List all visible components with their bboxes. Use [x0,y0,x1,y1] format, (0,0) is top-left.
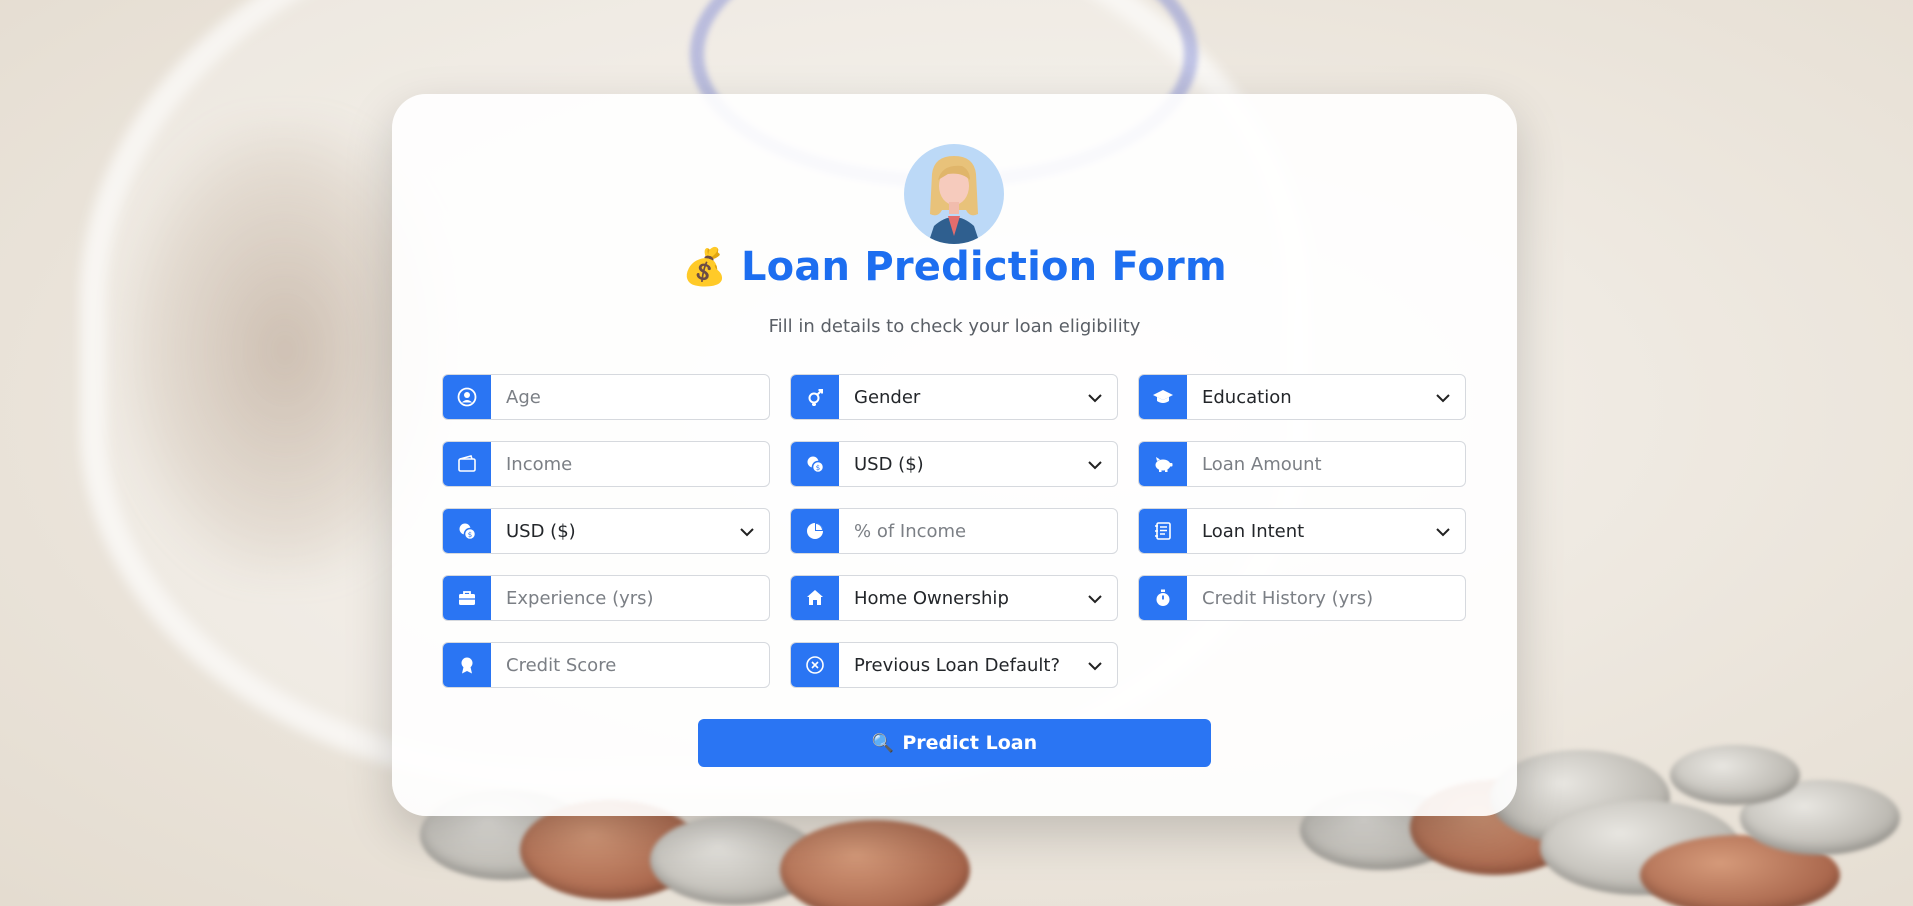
income-field[interactable] [442,441,770,487]
education-select[interactable]: Education [1138,374,1466,420]
page-subtitle: Fill in details to check your loan eligi… [768,316,1141,337]
experience-field[interactable] [442,575,770,621]
wallet-icon [443,442,491,486]
chevron-down-icon [1088,394,1102,403]
age-field[interactable] [442,374,770,420]
avatar [904,144,1004,244]
credit-history-input[interactable] [1202,587,1465,609]
credit-score-field[interactable] [442,642,770,688]
loan-amount-field[interactable] [1138,441,1466,487]
x-circle-icon [791,643,839,687]
previous-default-value: Previous Loan Default? [854,654,1060,676]
gender-select[interactable]: Gender [790,374,1118,420]
pie-chart-icon [791,509,839,553]
chevron-down-icon [1088,595,1102,604]
chevron-down-icon [1088,461,1102,470]
svg-text:$: $ [468,531,472,539]
home-ownership-select[interactable]: Home Ownership [790,575,1118,621]
loan-intent-value: Loan Intent [1202,520,1305,542]
money-bag-icon: 💰 [682,247,727,288]
loan-currency-select[interactable]: $ USD ($) [442,508,770,554]
coins-icon: $ [791,442,839,486]
previous-default-select[interactable]: Previous Loan Default? [790,642,1118,688]
credit-score-input[interactable] [506,654,769,676]
title-row: 💰 Loan Prediction Form [392,244,1517,290]
graduation-cap-icon [1139,375,1187,419]
page-title: Loan Prediction Form [740,244,1227,290]
gender-icon [791,375,839,419]
search-icon: 🔍 [871,732,895,754]
award-icon [443,643,491,687]
percent-income-field[interactable] [790,508,1118,554]
percent-income-input[interactable] [854,520,1117,542]
education-value: Education [1202,386,1292,408]
predict-loan-label: Predict Loan [902,732,1038,754]
loan-amount-input[interactable] [1202,453,1465,475]
income-input[interactable] [506,453,769,475]
home-ownership-value: Home Ownership [854,587,1009,609]
chevron-down-icon [1088,662,1102,671]
chevron-down-icon [1436,528,1450,537]
loan-currency-value: USD ($) [506,520,576,542]
piggy-bank-icon [1139,442,1187,486]
income-currency-value: USD ($) [854,453,924,475]
chevron-down-icon [740,528,754,537]
predict-loan-button[interactable]: 🔍 Predict Loan [698,719,1211,767]
coins-icon: $ [443,509,491,553]
svg-text:$: $ [816,464,820,472]
loan-form-card: 💰 Loan Prediction Form Fill in details to… [392,94,1517,816]
briefcase-icon [443,576,491,620]
user-circle-icon [443,375,491,419]
gender-value: Gender [854,386,921,408]
experience-input[interactable] [506,587,769,609]
income-currency-select[interactable]: $ USD ($) [790,441,1118,487]
credit-history-field[interactable] [1138,575,1466,621]
age-input[interactable] [506,386,769,408]
notebook-icon [1139,509,1187,553]
stopwatch-icon [1139,576,1187,620]
home-icon [791,576,839,620]
chevron-down-icon [1436,394,1450,403]
loan-intent-select[interactable]: Loan Intent [1138,508,1466,554]
